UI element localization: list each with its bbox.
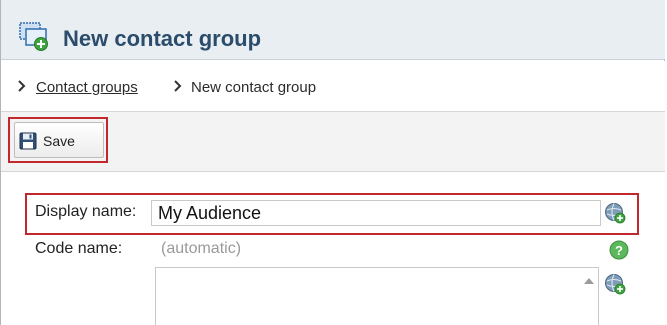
breadcrumb-link-contact-groups[interactable]: Contact groups bbox=[36, 79, 138, 96]
help-icon[interactable]: ? bbox=[609, 240, 629, 260]
page-header: New contact group bbox=[1, 0, 665, 60]
chevron-right-icon bbox=[174, 80, 182, 92]
chevron-right-icon bbox=[18, 80, 26, 92]
contact-group-form: Display name: My Audience Code name: (au… bbox=[1, 172, 665, 325]
breadcrumb-current: New contact group bbox=[191, 79, 317, 96]
localize-globe-icon[interactable] bbox=[604, 202, 626, 224]
page-title: New contact group bbox=[63, 26, 262, 51]
floppy-disk-icon bbox=[19, 132, 37, 150]
toolbar: Save bbox=[1, 112, 665, 172]
svg-text:?: ? bbox=[615, 243, 623, 258]
code-name-label: Code name: bbox=[35, 240, 123, 257]
save-button-label: Save bbox=[43, 133, 75, 149]
display-name-input[interactable]: My Audience bbox=[151, 200, 601, 226]
code-name-value[interactable]: (automatic) bbox=[161, 240, 241, 258]
display-name-label: Display name: bbox=[35, 203, 137, 220]
description-textarea[interactable] bbox=[155, 267, 599, 325]
breadcrumb: Contact groups New contact group bbox=[1, 61, 665, 112]
scroll-up-arrow-icon[interactable] bbox=[584, 278, 594, 284]
save-button[interactable]: Save bbox=[14, 122, 104, 158]
localize-globe-icon[interactable] bbox=[604, 273, 626, 295]
new-group-icon bbox=[19, 22, 48, 51]
